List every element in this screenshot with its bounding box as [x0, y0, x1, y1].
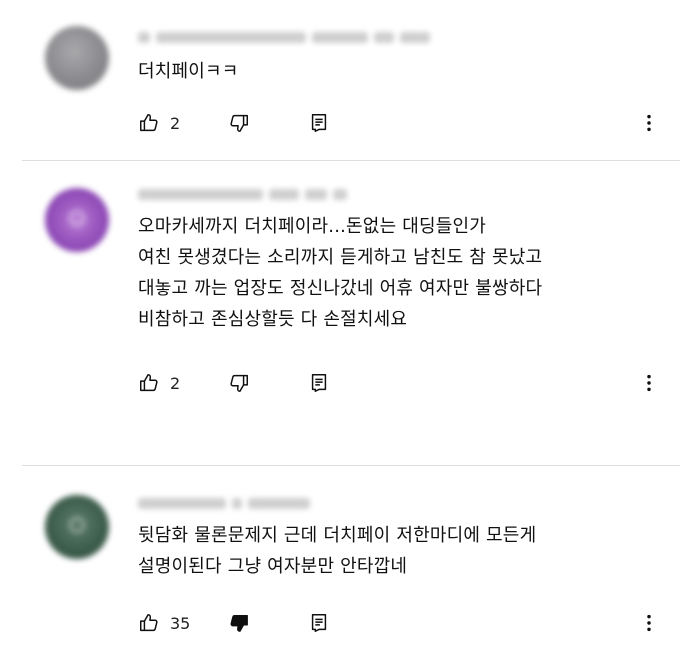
reply-button[interactable] [308, 110, 330, 136]
more-options-button[interactable] [638, 110, 660, 136]
thumbs-down-icon [230, 374, 248, 392]
avatar[interactable] [45, 495, 109, 559]
comment-text: 뒷담화 물론문제지 근데 더치페이 저한마디에 모든게 설명이된다 그냥 여자분… [138, 525, 537, 577]
like-count: 2 [170, 373, 181, 393]
comment-text: 더치페이ㅋㅋ [138, 61, 239, 82]
author-handle-blurred[interactable] [138, 187, 347, 201]
more-options-button[interactable] [638, 370, 660, 396]
like-button[interactable]: 35 [138, 610, 190, 636]
dislike-button[interactable] [228, 110, 250, 136]
more-vertical-icon [647, 374, 651, 392]
more-options-button[interactable] [638, 610, 660, 636]
more-vertical-icon [647, 114, 651, 132]
reply-icon [311, 114, 327, 132]
comments-section: 더치페이ㅋㅋ 2 오마카세까지 더치페이라...돈없는 대딩들인가 여친 못생겼… [0, 0, 700, 649]
author-handle-blurred[interactable] [138, 496, 310, 510]
author-handle-blurred[interactable] [138, 30, 430, 44]
like-count: 35 [170, 613, 191, 633]
comment-3: 뒷담화 물론문제지 근데 더치페이 저한마디에 모든게 설명이된다 그냥 여자분… [0, 465, 700, 649]
comment-actions: 2 [138, 110, 678, 136]
like-button[interactable]: 2 [138, 370, 180, 396]
like-button[interactable]: 2 [138, 110, 180, 136]
avatar[interactable] [45, 26, 109, 90]
like-count: 2 [170, 113, 181, 133]
thumbs-up-icon [140, 374, 158, 392]
reply-icon [311, 374, 327, 392]
comment-text: 오마카세까지 더치페이라...돈없는 대딩들인가 여친 못생겼다는 소리까지 듣… [138, 216, 543, 330]
comment-actions: 35 [138, 610, 678, 636]
dislike-button-active[interactable] [228, 610, 250, 636]
dislike-button[interactable] [228, 370, 250, 396]
thumbs-down-icon [230, 114, 248, 132]
reply-icon [311, 614, 327, 632]
thumbs-up-icon [140, 614, 158, 632]
reply-button[interactable] [308, 370, 330, 396]
comment-2: 오마카세까지 더치페이라...돈없는 대딩들인가 여친 못생겼다는 소리까지 듣… [0, 160, 700, 465]
thumbs-up-icon [140, 114, 158, 132]
more-vertical-icon [647, 614, 651, 632]
reply-button[interactable] [308, 610, 330, 636]
comment-1: 더치페이ㅋㅋ 2 [0, 0, 700, 160]
thumbs-down-filled-icon [230, 615, 248, 632]
comment-actions: 2 [138, 370, 678, 396]
avatar[interactable] [45, 188, 109, 252]
